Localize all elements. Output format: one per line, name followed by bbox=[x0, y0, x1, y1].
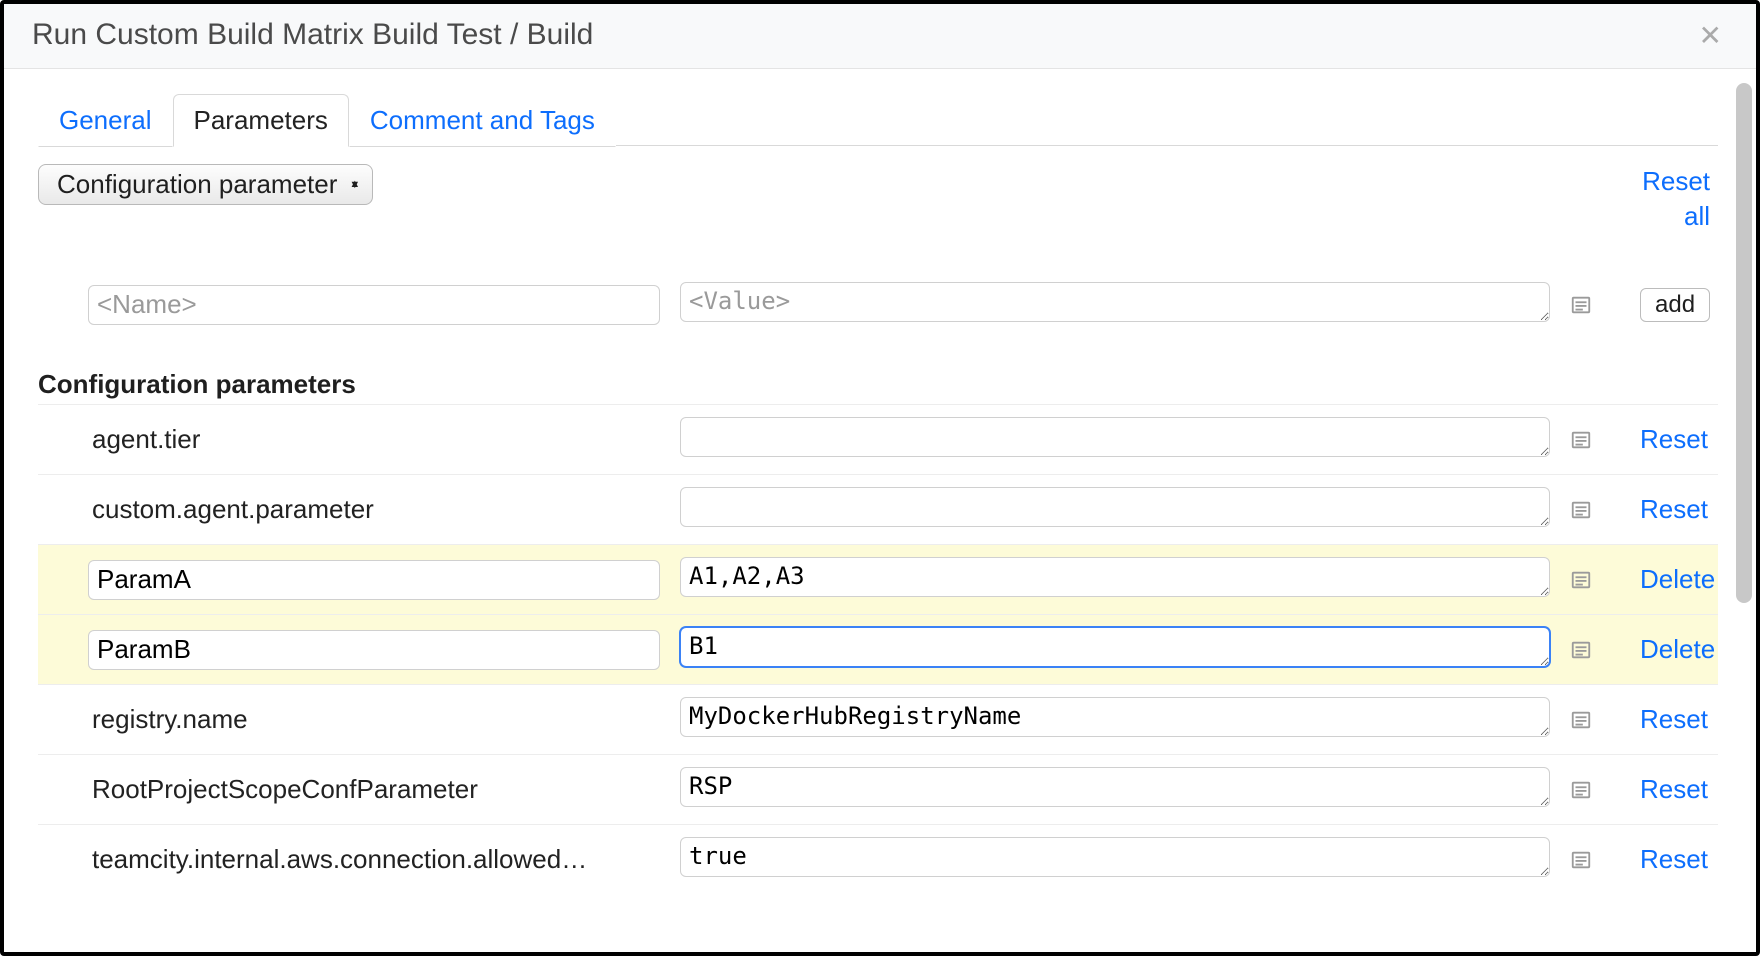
tab-parameters[interactable]: Parameters bbox=[173, 94, 349, 147]
reset-parameter-link[interactable]: Reset bbox=[1640, 774, 1716, 805]
parameter-value-input[interactable] bbox=[680, 417, 1550, 457]
tabs: General Parameters Comment and Tags bbox=[38, 93, 1718, 146]
run-custom-build-dialog: Run Custom Build Matrix Build Test / Bui… bbox=[0, 0, 1760, 956]
parameters-grid: add bbox=[38, 270, 1718, 339]
parameter-value-input[interactable] bbox=[680, 767, 1550, 807]
new-parameter-name-input[interactable] bbox=[88, 285, 660, 325]
parameter-name-input[interactable] bbox=[88, 630, 660, 670]
tab-general[interactable]: General bbox=[38, 94, 173, 147]
section-heading-configuration-parameters: Configuration parameters bbox=[38, 369, 1718, 400]
parameter-row: Delete bbox=[38, 614, 1718, 684]
parameter-name-label: custom.agent.parameter bbox=[88, 494, 660, 525]
scrollbar-thumb[interactable] bbox=[1736, 83, 1752, 603]
parameter-name-label: agent.tier bbox=[88, 424, 660, 455]
parameter-name-input[interactable] bbox=[88, 560, 660, 600]
parameter-name-label: RootProjectScopeConfParameter bbox=[88, 774, 660, 805]
reset-parameter-link[interactable]: Reset bbox=[1640, 494, 1716, 525]
top-controls: Configuration parameter ▲▼ Reset all bbox=[38, 164, 1718, 234]
parameter-value-input[interactable] bbox=[680, 627, 1550, 667]
configuration-parameters-list: agent.tier Reset custom.agent.parameter Res… bbox=[38, 404, 1718, 894]
dialog-title: Run Custom Build Matrix Build Test / Bui… bbox=[32, 18, 1693, 52]
select-arrows-icon: ▲▼ bbox=[349, 184, 360, 185]
parameter-row: RootProjectScopeConfParameter Reset bbox=[38, 754, 1718, 824]
new-parameter-row: add bbox=[38, 270, 1718, 339]
add-parameter-button[interactable]: add bbox=[1640, 288, 1710, 322]
multiline-editor-icon[interactable] bbox=[1570, 709, 1592, 731]
delete-parameter-link[interactable]: Delete bbox=[1640, 564, 1723, 595]
new-parameter-value-input[interactable] bbox=[680, 282, 1550, 322]
multiline-editor-icon[interactable] bbox=[1570, 639, 1592, 661]
tab-comment-and-tags[interactable]: Comment and Tags bbox=[349, 94, 616, 147]
multiline-editor-icon[interactable] bbox=[1570, 849, 1592, 871]
parameter-value-input[interactable] bbox=[680, 487, 1550, 527]
parameter-row: registry.name Reset bbox=[38, 684, 1718, 754]
parameter-type-select[interactable]: Configuration parameter ▲▼ bbox=[38, 164, 373, 205]
parameter-type-select-label: Configuration parameter bbox=[57, 169, 337, 200]
scrollbar[interactable] bbox=[1730, 69, 1756, 952]
parameter-row: teamcity.internal.aws.connection.allowed… bbox=[38, 824, 1718, 894]
multiline-editor-icon[interactable] bbox=[1570, 569, 1592, 591]
reset-parameter-link[interactable]: Reset bbox=[1640, 704, 1716, 735]
close-icon[interactable]: ✕ bbox=[1693, 19, 1728, 52]
multiline-editor-icon[interactable] bbox=[1570, 294, 1592, 316]
parameter-row: custom.agent.parameter Reset bbox=[38, 474, 1718, 544]
parameter-value-input[interactable] bbox=[680, 697, 1550, 737]
parameter-name-label: teamcity.internal.aws.connection.allowed… bbox=[88, 844, 660, 875]
multiline-editor-icon[interactable] bbox=[1570, 429, 1592, 451]
parameter-value-input[interactable] bbox=[680, 837, 1550, 877]
multiline-editor-icon[interactable] bbox=[1570, 779, 1592, 801]
reset-all-link[interactable]: Reset all bbox=[1628, 164, 1718, 234]
parameter-value-input[interactable] bbox=[680, 557, 1550, 597]
parameter-row: Delete bbox=[38, 544, 1718, 614]
reset-parameter-link[interactable]: Reset bbox=[1640, 844, 1716, 875]
delete-parameter-link[interactable]: Delete bbox=[1640, 634, 1723, 665]
dialog-content: General Parameters Comment and Tags Conf… bbox=[4, 69, 1730, 952]
reset-parameter-link[interactable]: Reset bbox=[1640, 424, 1716, 455]
dialog-body: General Parameters Comment and Tags Conf… bbox=[4, 69, 1756, 952]
parameter-name-label: registry.name bbox=[88, 704, 660, 735]
multiline-editor-icon[interactable] bbox=[1570, 499, 1592, 521]
dialog-header: Run Custom Build Matrix Build Test / Bui… bbox=[4, 4, 1756, 69]
parameter-row: agent.tier Reset bbox=[38, 404, 1718, 474]
